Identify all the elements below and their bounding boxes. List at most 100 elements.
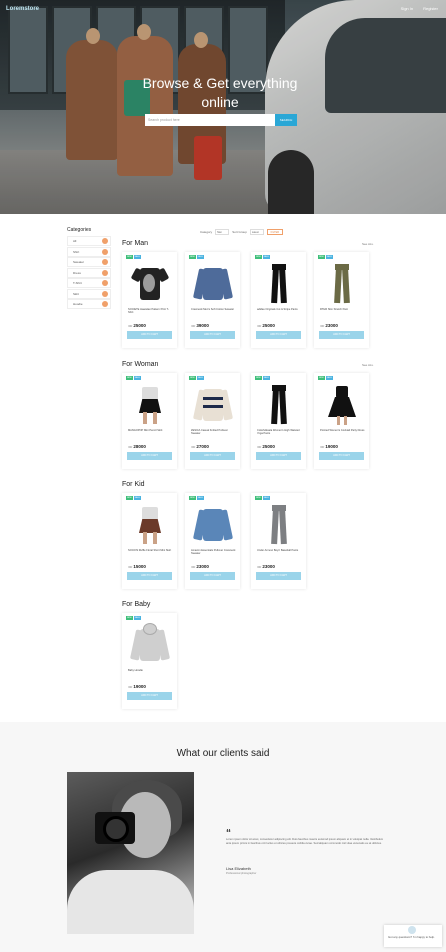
currency: IDR xyxy=(128,686,133,689)
search-input[interactable]: Search product here xyxy=(145,114,275,126)
add-to-cart-button[interactable]: ADD TO CART xyxy=(256,331,301,339)
product-name[interactable]: Baby Hoodie xyxy=(128,669,174,672)
product-name[interactable]: RTHR Slim Stretch Pant xyxy=(320,308,366,311)
category-item[interactable]: Dress xyxy=(67,267,111,278)
product-badge: SALE xyxy=(133,255,141,259)
category-select[interactable]: Men xyxy=(215,229,230,235)
product-name[interactable]: adidas Originals Cut & Stripe Pants xyxy=(257,308,303,311)
avatar xyxy=(408,926,416,934)
product-image[interactable] xyxy=(192,262,234,304)
product-card[interactable]: NEW SALE Under Armour Boys' Baseball Pants… xyxy=(251,493,306,589)
product-card[interactable]: NEW SALE Pointed Women's Cocktail Party Dr… xyxy=(314,373,369,469)
badge-group: NEW SALE xyxy=(126,376,141,380)
product-name[interactable]: Crewneck Men's Soft Cotton Sweater xyxy=(191,308,237,311)
product-name[interactable]: Amazon Essentials Pullover Crewneck Swea… xyxy=(191,549,237,556)
add-to-cart-button[interactable]: ADD TO CART xyxy=(190,572,235,580)
product-badge: SALE xyxy=(262,376,270,380)
product-image[interactable] xyxy=(192,503,234,545)
page: Loremstore Sign In Register Browse & Get… xyxy=(0,0,446,952)
product-name[interactable]: Under Armour Boys' Baseball Pants xyxy=(257,549,303,552)
product-card[interactable]: NEW SALE adidas Originals Cut & Stripe Pan… xyxy=(251,252,306,348)
currency: IDR xyxy=(191,446,196,449)
product-badge: NEW xyxy=(318,376,325,380)
product-card[interactable]: NEW SALE Baby Hoodie IDR19000 ADD TO CART xyxy=(122,613,177,709)
product-badge: SALE xyxy=(196,376,204,380)
category-item[interactable]: T-Shirt xyxy=(67,278,111,288)
product-badge: NEW xyxy=(126,496,133,500)
add-to-cart-button[interactable]: ADD TO CART xyxy=(127,572,172,580)
product-name[interactable]: MANGOPOP Mini Pencil Skirt xyxy=(128,429,174,432)
product-price: IDR23000 xyxy=(257,564,275,569)
product-name[interactable]: SOCIETE Hawaiian Pattern Print T-Shirt xyxy=(128,308,174,315)
product-badge: NEW xyxy=(255,255,262,259)
product-image[interactable] xyxy=(130,503,170,545)
price-value: 15000 xyxy=(133,564,146,569)
product-image[interactable] xyxy=(129,623,171,665)
product-name[interactable]: Pointed Women's Cocktail Party Dress xyxy=(320,429,366,432)
price-value: 25000 xyxy=(262,323,275,328)
nav-register[interactable]: Register xyxy=(423,6,438,11)
product-card[interactable]: NEW SALE Crewneck Men's Soft Cotton Sweate… xyxy=(185,252,240,348)
product-name[interactable]: Colorfulkoala Women's High Waisted Yoga … xyxy=(257,429,303,436)
add-to-cart-button[interactable]: ADD TO CART xyxy=(319,452,364,460)
currency: IDR xyxy=(128,446,133,449)
product-card[interactable]: NEW SALE MANGOPOP Mini Pencil Skirt IDR2800… xyxy=(122,373,177,469)
product-card[interactable]: NEW SALE SOCIETE Hawaiian Pattern Print T-… xyxy=(122,252,177,348)
product-name[interactable]: SOCIOS Ruffle Floral Short Mini Skirt xyxy=(128,549,174,552)
currency: IDR xyxy=(320,446,325,449)
product-price: IDR19000 xyxy=(128,684,146,689)
category-item[interactable]: Skirt xyxy=(67,288,111,299)
product-image[interactable] xyxy=(259,383,299,425)
product-image[interactable] xyxy=(322,262,362,304)
product-image[interactable] xyxy=(259,262,299,304)
product-image[interactable] xyxy=(130,262,170,304)
filter-button[interactable]: FILTER xyxy=(266,229,283,235)
add-to-cart-button[interactable]: ADD TO CART xyxy=(127,452,172,460)
nav-sign-in[interactable]: Sign In xyxy=(401,6,413,11)
category-item[interactable]: All xyxy=(67,236,111,246)
testimonial-text: Lorem ipsum dolor sit amet, consectetur … xyxy=(226,838,384,845)
currency: IDR xyxy=(257,446,262,449)
product-price: IDR25000 xyxy=(257,444,275,449)
price-value: 19000 xyxy=(325,444,338,449)
search-bar: Search product here SEARCH xyxy=(145,114,297,126)
add-to-cart-button[interactable]: ADD TO CART xyxy=(256,452,301,460)
product-image[interactable] xyxy=(259,503,299,545)
add-to-cart-button[interactable]: ADD TO CART xyxy=(319,331,364,339)
badge-group: NEW SALE xyxy=(255,255,270,259)
sort-select[interactable]: Latest xyxy=(249,229,264,235)
category-item[interactable]: Sweater xyxy=(67,257,111,267)
product-badge: SALE xyxy=(196,255,204,259)
see-all-link[interactable]: See ALL xyxy=(362,242,373,246)
logo[interactable]: Loremstore xyxy=(6,6,39,12)
see-all-link[interactable]: See ALL xyxy=(362,363,373,367)
add-to-cart-button[interactable]: ADD TO CART xyxy=(127,692,172,700)
add-to-cart-button[interactable]: ADD TO CART xyxy=(190,452,235,460)
category-item[interactable]: Hoodie xyxy=(67,299,111,309)
add-to-cart-button[interactable]: ADD TO CART xyxy=(256,572,301,580)
product-image[interactable] xyxy=(130,383,170,425)
count-badge xyxy=(102,259,108,265)
badge-group: NEW SALE xyxy=(255,376,270,380)
filter-bar: Category Men Sort Group Latest FILTER xyxy=(200,229,283,235)
currency: IDR xyxy=(257,566,262,569)
product-badge: SALE xyxy=(196,496,204,500)
product-card[interactable]: NEW SALE ZESICA Casual Knitted Pullover Sw… xyxy=(185,373,240,469)
search-button[interactable]: SEARCH xyxy=(275,114,297,126)
product-card[interactable]: NEW SALE RTHR Slim Stretch Pant IDR23000 ADD… xyxy=(314,252,369,348)
product-card[interactable]: NEW SALE SOCIOS Ruffle Floral Short Mini S… xyxy=(122,493,177,589)
currency: IDR xyxy=(191,325,196,328)
product-card[interactable]: NEW SALE Amazon Essentials Pullover Crewne… xyxy=(185,493,240,589)
currency: IDR xyxy=(128,325,133,328)
product-card[interactable]: NEW SALE Colorfulkoala Women's High Waiste… xyxy=(251,373,306,469)
product-name[interactable]: ZESICA Casual Knitted Pullover Sweater xyxy=(191,429,237,436)
product-price: IDR23000 xyxy=(320,323,338,328)
chat-widget[interactable]: Got any questions? I'm happy to help. xyxy=(384,925,442,947)
currency: IDR xyxy=(257,325,262,328)
product-image[interactable] xyxy=(322,383,362,425)
add-to-cart-button[interactable]: ADD TO CART xyxy=(127,331,172,339)
product-badge: SALE xyxy=(133,376,141,380)
add-to-cart-button[interactable]: ADD TO CART xyxy=(190,331,235,339)
product-image[interactable] xyxy=(192,383,234,425)
category-item[interactable]: Shirt xyxy=(67,246,111,257)
